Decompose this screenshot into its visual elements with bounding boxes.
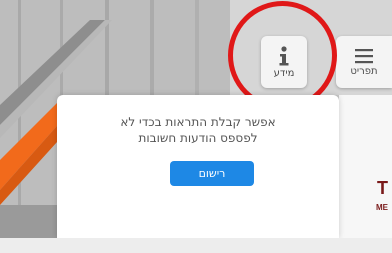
info-icon <box>279 45 289 65</box>
register-button[interactable]: רישום <box>170 161 254 186</box>
notification-message-line-2: לפספס הודעות חשובות <box>138 131 258 145</box>
menu-button-label: תפריט <box>350 65 378 77</box>
info-button-label: מידע <box>273 67 295 79</box>
hamburger-menu-icon <box>355 48 373 63</box>
notification-prompt: אפשר קבלת התראות בכדי לא לפספס הודעות חש… <box>57 95 339 238</box>
notification-message: אפשר קבלת התראות בכדי לא לפספס הודעות חש… <box>77 114 319 146</box>
menu-button[interactable]: תפריט <box>336 36 392 88</box>
sign-letter: T <box>377 178 388 198</box>
background-sign-text: T ME <box>375 178 392 218</box>
bottom-bar <box>0 238 392 253</box>
notification-message-line-1: אפשר קבלת התראות בכדי לא <box>120 115 276 129</box>
sign-letters: ME <box>376 203 388 212</box>
info-button[interactable]: מידע <box>261 36 307 88</box>
